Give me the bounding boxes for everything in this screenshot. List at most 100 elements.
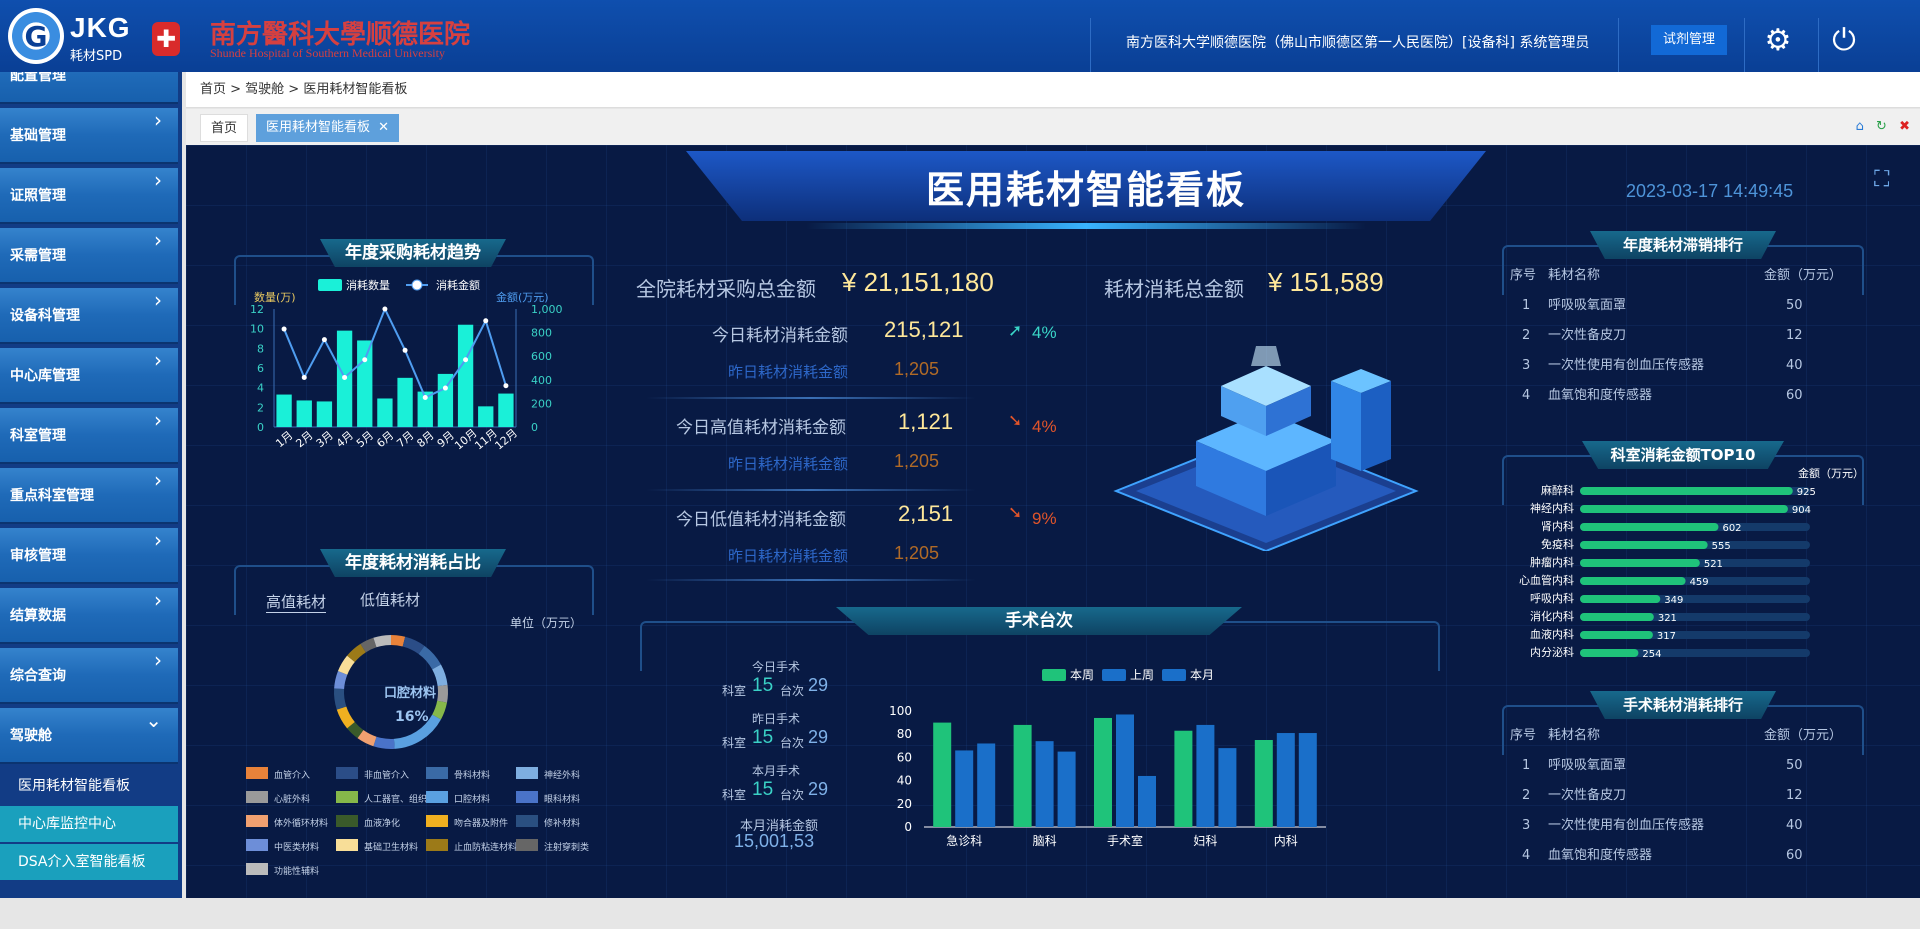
close-all-icon[interactable]: ✖ [1899,119,1910,134]
y-tick-label: 0 [257,421,264,434]
bar-qty [478,406,494,427]
bar-this-month [1298,733,1317,827]
sidebar-item-cockpit[interactable]: 驾驶舱 ⌄ [0,708,178,764]
legend-swatch-qty [318,279,342,291]
tab-label: 医用耗材智能看板 [266,120,371,135]
sidebar-item-key-department[interactable]: 重点科室管理 › [0,468,178,524]
cell-name: 血氧饱和度传感器 [1548,848,1653,863]
settings-gear-icon[interactable]: ⚙ [1758,20,1798,60]
bar-dept [1580,631,1653,639]
session-label: 台次 [780,788,805,802]
bar-value-label: 349 [1664,595,1683,606]
month-dept-count: 15 [752,779,774,800]
tab-high-value[interactable]: 高值耗材 [266,591,327,613]
panel-title-stagnant: 年度耗材滞销排行 [1590,231,1776,259]
reagent-management-button[interactable]: 试剂管理 [1651,25,1727,55]
sidebar-item-settlement[interactable]: 结算数据 › [0,588,178,644]
sidebar-item-basic[interactable]: 基础管理 › [0,108,178,164]
bar-dept [1580,613,1654,621]
y-tick-label: 80 [897,727,912,741]
sidebar-item-label: 驾驶舱 [10,728,52,744]
chevron-right-icon: › [154,528,162,552]
divider [646,489,976,491]
chevron-right-icon: › [154,108,162,132]
cell-no: 2 [1522,328,1531,343]
y2-tick-label: 600 [531,350,552,363]
tab-home[interactable]: 首页 [200,114,249,142]
legend-label: 吻合器及附件 [454,819,509,829]
donut-slice [418,645,441,670]
header-divider [1618,18,1619,72]
power-icon[interactable]: ⏻ [1824,20,1864,60]
donut-slice [336,706,355,729]
donut-slice [432,664,448,687]
fullscreen-icon[interactable]: ⛶ [1874,167,1889,192]
cell-no: 1 [1522,298,1531,313]
sidebar-item-config[interactable]: 配置管理› [0,72,178,104]
x-tick-label: 5月 [354,429,376,451]
today-high-pct: 4% [1032,417,1057,436]
dept-label: 呼吸内科 [1530,591,1574,605]
legend-swatch [426,815,448,827]
table-header: 序号 耗材名称 金额（万元） [1510,261,1860,291]
sidebar-item-audit[interactable]: 审核管理 › [0,528,178,584]
sidebar-subitem-monitor-center[interactable]: 中心库监控中心 [0,806,178,842]
legend-swatch [516,815,538,827]
sidebar-subitem-smart-board[interactable]: 医用耗材智能看板 [0,768,178,804]
sidebar-item-procurement[interactable]: 采需管理 › [0,228,178,284]
sidebar-item-label: 配置管理 [10,72,66,84]
tab-smart-board[interactable]: 医用耗材智能看板 ✕ [256,114,400,142]
today-low-value: 2,151 [898,501,954,526]
legend-swatch [246,767,268,779]
col-amount: 金额（万元） [1764,268,1843,283]
hospital-cross-icon: ✚ [152,22,180,56]
point-amount [503,383,509,389]
bar-dept [1580,559,1700,567]
bar-last-week [1276,733,1295,827]
tab-low-value[interactable]: 低值耗材 [360,589,420,610]
donut-center-pct: 16% [395,709,429,725]
sidebar-item-query[interactable]: 综合查询 › [0,648,178,704]
legend-swatch [1102,669,1126,681]
legend-label: 血液净化 [364,819,401,829]
x-tick-label: 9月 [435,429,457,451]
dept-label: 科室 [722,736,747,750]
sidebar-item-central-warehouse[interactable]: 中心库管理 › [0,348,178,404]
col-name: 耗材名称 [1548,268,1601,283]
legend-label: 血管介入 [274,771,311,781]
bar-value-label: 459 [1690,577,1709,588]
refresh-icon[interactable]: ↻ [1876,119,1887,134]
donut-slice [373,736,395,749]
today-low-pct: 9% [1032,509,1057,528]
home-icon[interactable]: ⌂ [1856,119,1864,134]
panel-title-annual-share: 年度耗材消耗占比 [320,549,506,577]
chevron-right-icon: › [154,648,162,672]
y2-tick-label: 1,000 [531,303,563,316]
sidebar-item-license[interactable]: 证照管理 › [0,168,178,224]
trend-down-icon: ➘ [1008,411,1023,430]
header-divider [1090,18,1091,72]
sidebar-item-department[interactable]: 科室管理 › [0,408,178,464]
today-surgery-title: 今日手术 [752,660,801,674]
sidebar-subitem-dsa-board[interactable]: DSA介入室智能看板 [0,844,178,880]
legend-swatch [336,767,358,779]
legend-label: 本月 [1190,668,1214,682]
chevron-right-icon: › [154,408,162,432]
divider [646,579,976,581]
cell-amount: 50 [1786,298,1803,313]
bar-dept [1580,595,1661,603]
total-purchase-label: 全院耗材采购总金额 [636,277,816,301]
legend-label: 本周 [1070,668,1094,682]
bar-this-week [1013,724,1032,827]
app-header: G JKG 耗材SPD ✚ 南方醫科大學顺德医院 Shunde Hospital… [0,0,1920,72]
close-tab-icon[interactable]: ✕ [378,120,389,135]
chevron-right-icon: › [154,468,162,492]
today-dept-count: 15 [752,675,774,696]
bar-last-week [955,750,974,827]
table-header: 序号 耗材名称 金额（万元） [1510,721,1860,751]
point-amount [382,306,388,312]
col-amount: 金额（万元） [1764,728,1843,743]
yesterday-dept-count: 15 [752,727,774,748]
bar-dept [1580,487,1793,495]
sidebar-item-equipment[interactable]: 设备科管理 › [0,288,178,344]
